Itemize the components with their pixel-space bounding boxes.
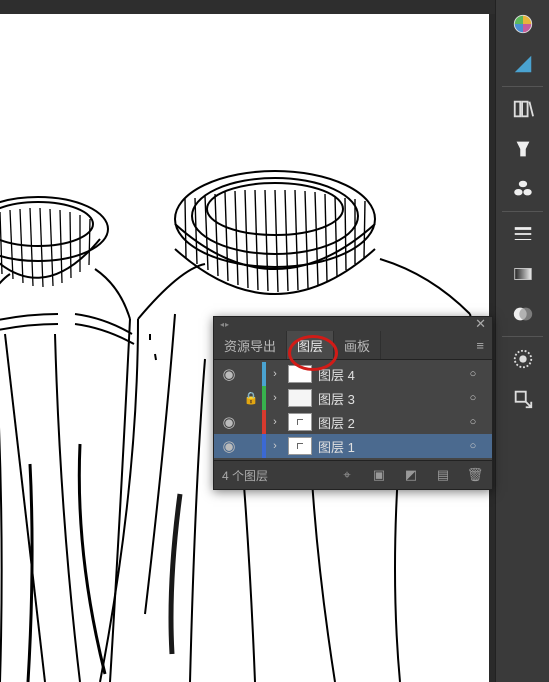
layer-name[interactable]: 图层 1	[318, 437, 462, 456]
layer-color	[262, 386, 266, 410]
layer-color	[262, 434, 266, 458]
stroke-panel-icon[interactable]	[496, 214, 549, 254]
title-bar	[0, 0, 549, 14]
layer-name[interactable]: 图层 4	[318, 365, 462, 384]
layer-count-label: 4 个图层	[222, 467, 268, 484]
layer-row[interactable]: ◉ › 图层 1 ○	[214, 434, 492, 458]
tab-asset-export[interactable]: 资源导出	[214, 331, 287, 359]
panel-grip[interactable]: ◂▸ ✕	[214, 317, 492, 331]
make-clipping-mask-icon[interactable]: ▣	[370, 467, 388, 483]
locate-object-icon[interactable]: ⌖	[338, 467, 356, 483]
shape-panel-icon[interactable]	[496, 44, 549, 84]
color-panel-icon[interactable]	[496, 4, 549, 44]
layer-thumbnail	[288, 437, 312, 455]
target-icon[interactable]: ○	[464, 368, 482, 380]
visibility-toggle-icon[interactable]: ◉	[218, 437, 240, 455]
layer-thumbnail	[288, 365, 312, 383]
library-icon[interactable]	[496, 89, 549, 129]
delete-layer-icon[interactable]: 🗑	[466, 467, 484, 483]
expand-toggle-icon[interactable]: ›	[268, 416, 282, 428]
gradient-panel-icon[interactable]	[496, 254, 549, 294]
expand-toggle-icon[interactable]: ›	[268, 368, 282, 380]
layer-row[interactable]: ◉ › 图层 2 ○	[214, 410, 492, 434]
visibility-toggle-icon[interactable]: ◉	[218, 365, 240, 383]
layer-name[interactable]: 图层 3	[318, 389, 462, 408]
tab-layers[interactable]: 图层	[287, 331, 334, 359]
brush-panel-icon[interactable]	[496, 129, 549, 169]
transparency-panel-icon[interactable]	[496, 294, 549, 334]
right-toolbar	[495, 0, 549, 682]
expand-toggle-icon[interactable]: ›	[268, 440, 282, 452]
panel-status-bar: 4 个图层 ⌖ ▣ ◩ ▤ 🗑	[214, 460, 492, 489]
layer-thumbnail	[288, 413, 312, 431]
tab-artboards[interactable]: 画板	[334, 331, 381, 359]
target-icon[interactable]: ○	[464, 416, 482, 428]
expand-toggle-icon[interactable]: ›	[268, 392, 282, 404]
new-layer-icon[interactable]: ▤	[434, 467, 452, 483]
lock-toggle-icon[interactable]: 🔒	[242, 391, 260, 405]
layer-list: ◉ › 图层 4 ○ 🔒 › 图层 3 ○ ◉ › 图层 2 ○ ◉	[214, 360, 492, 460]
panel-close-icon[interactable]: ✕	[475, 316, 486, 332]
new-sublayer-icon[interactable]: ◩	[402, 467, 420, 483]
layer-color	[262, 362, 266, 386]
target-icon[interactable]: ○	[464, 440, 482, 452]
panel-drag-handle[interactable]: ◂▸	[220, 320, 230, 329]
appearance-panel-icon[interactable]	[496, 339, 549, 379]
layer-row[interactable]: 🔒 › 图层 3 ○	[214, 386, 492, 410]
layer-color	[262, 410, 266, 434]
layers-panel: ◂▸ ✕ 资源导出 图层 画板 ≡ ◉ › 图层 4 ○ 🔒 › 图层 3 ○ …	[213, 316, 493, 490]
layer-name[interactable]: 图层 2	[318, 413, 462, 432]
layer-row[interactable]: ◉ › 图层 4 ○	[214, 362, 492, 386]
asset-export-panel-icon[interactable]	[496, 379, 549, 419]
symbols-panel-icon[interactable]	[496, 169, 549, 209]
layer-thumbnail	[288, 389, 312, 407]
panel-menu-icon[interactable]: ≡	[468, 331, 492, 359]
visibility-toggle-icon[interactable]: ◉	[218, 413, 240, 431]
target-icon[interactable]: ○	[464, 392, 482, 404]
